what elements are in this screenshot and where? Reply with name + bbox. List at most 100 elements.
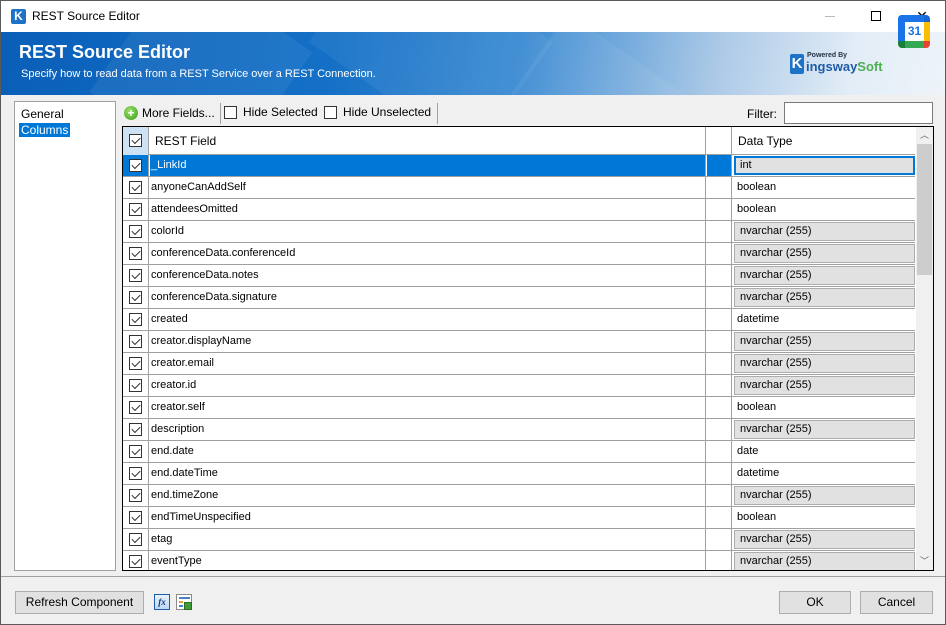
data-type-dropdown[interactable]: nvarchar (255) bbox=[734, 222, 915, 241]
table-row[interactable]: conferenceData.conferenceId nvarchar (255… bbox=[123, 243, 915, 265]
rest-field-cell[interactable]: creator.email bbox=[150, 353, 706, 374]
column-header-data-type[interactable]: Data Type bbox=[733, 127, 915, 155]
rest-field-cell[interactable]: end.date bbox=[150, 441, 706, 462]
data-type-cell[interactable]: nvarchar (255) bbox=[733, 485, 915, 506]
data-type-cell[interactable]: nvarchar (255) bbox=[733, 243, 915, 264]
row-checkbox[interactable] bbox=[123, 309, 149, 330]
data-type-cell[interactable]: nvarchar (255) bbox=[733, 551, 915, 570]
data-type-cell[interactable]: boolean bbox=[733, 177, 915, 198]
row-checkbox[interactable] bbox=[123, 463, 149, 484]
data-type-cell[interactable]: nvarchar (255) bbox=[733, 419, 915, 440]
nav-item-columns[interactable]: Columns bbox=[19, 123, 71, 137]
row-checkbox[interactable] bbox=[123, 155, 149, 176]
data-type-dropdown[interactable]: nvarchar (255) bbox=[734, 420, 915, 439]
rest-field-cell[interactable]: creator.displayName bbox=[150, 331, 706, 352]
scrollbar-thumb[interactable] bbox=[917, 144, 932, 275]
row-checkbox[interactable] bbox=[123, 551, 149, 570]
data-type-cell[interactable]: boolean bbox=[733, 199, 915, 220]
data-type-dropdown[interactable]: int bbox=[734, 156, 915, 175]
row-checkbox[interactable] bbox=[123, 331, 149, 352]
row-checkbox[interactable] bbox=[123, 507, 149, 528]
rest-field-cell[interactable]: etag bbox=[150, 529, 706, 550]
column-header-rest-field[interactable]: REST Field bbox=[150, 127, 706, 155]
data-type-cell[interactable]: datetime bbox=[733, 463, 915, 484]
row-checkbox[interactable] bbox=[123, 287, 149, 308]
expression-fx-icon[interactable]: fx bbox=[154, 594, 170, 610]
row-checkbox[interactable] bbox=[123, 529, 149, 550]
table-row[interactable]: colorId nvarchar (255) bbox=[123, 221, 915, 243]
scroll-up-arrow-icon[interactable]: ︿ bbox=[916, 127, 933, 144]
rest-field-cell[interactable]: end.timeZone bbox=[150, 485, 706, 506]
data-type-cell[interactable]: boolean bbox=[733, 507, 915, 528]
data-type-dropdown[interactable]: nvarchar (255) bbox=[734, 332, 915, 351]
data-type-cell[interactable]: nvarchar (255) bbox=[733, 221, 915, 242]
rest-field-cell[interactable]: attendeesOmitted bbox=[150, 199, 706, 220]
table-row[interactable]: endTimeUnspecified boolean bbox=[123, 507, 915, 529]
row-checkbox[interactable] bbox=[123, 199, 149, 220]
data-type-cell[interactable]: nvarchar (255) bbox=[733, 331, 915, 352]
row-checkbox[interactable] bbox=[123, 485, 149, 506]
table-row[interactable]: attendeesOmitted boolean bbox=[123, 199, 915, 221]
data-type-dropdown[interactable]: nvarchar (255) bbox=[734, 244, 915, 263]
rest-field-cell[interactable]: colorId bbox=[150, 221, 706, 242]
table-row[interactable]: creator.self boolean bbox=[123, 397, 915, 419]
data-type-dropdown[interactable]: nvarchar (255) bbox=[734, 354, 915, 373]
rest-field-cell[interactable]: creator.self bbox=[150, 397, 706, 418]
row-checkbox[interactable] bbox=[123, 265, 149, 286]
table-row[interactable]: description nvarchar (255) bbox=[123, 419, 915, 441]
filter-input[interactable] bbox=[784, 102, 933, 124]
table-row[interactable]: end.dateTime datetime bbox=[123, 463, 915, 485]
rest-field-cell[interactable]: endTimeUnspecified bbox=[150, 507, 706, 528]
data-type-cell[interactable]: nvarchar (255) bbox=[733, 353, 915, 374]
data-type-dropdown[interactable]: nvarchar (255) bbox=[734, 486, 915, 505]
table-row[interactable]: end.date date bbox=[123, 441, 915, 463]
row-checkbox[interactable] bbox=[123, 419, 149, 440]
table-row[interactable]: anyoneCanAddSelf boolean bbox=[123, 177, 915, 199]
table-mapping-icon[interactable] bbox=[176, 594, 192, 610]
data-type-cell[interactable]: nvarchar (255) bbox=[733, 287, 915, 308]
ok-button[interactable]: OK bbox=[779, 591, 851, 614]
minimize-button[interactable] bbox=[807, 1, 853, 32]
data-type-cell[interactable]: nvarchar (255) bbox=[733, 375, 915, 396]
rest-field-cell[interactable]: conferenceData.conferenceId bbox=[150, 243, 706, 264]
data-type-dropdown[interactable]: nvarchar (255) bbox=[734, 530, 915, 549]
vertical-scrollbar[interactable]: ︿ ﹀ bbox=[916, 127, 933, 570]
data-type-cell[interactable]: nvarchar (255) bbox=[733, 265, 915, 286]
rest-field-cell[interactable]: eventType bbox=[150, 551, 706, 570]
rest-field-cell[interactable]: created bbox=[150, 309, 706, 330]
rest-field-cell[interactable]: _LinkId bbox=[150, 155, 706, 176]
row-checkbox[interactable] bbox=[123, 397, 149, 418]
nav-item-general[interactable]: General bbox=[19, 107, 66, 121]
scroll-down-arrow-icon[interactable]: ﹀ bbox=[916, 553, 933, 570]
table-row[interactable]: creator.email nvarchar (255) bbox=[123, 353, 915, 375]
data-type-cell[interactable]: datetime bbox=[733, 309, 915, 330]
rest-field-cell[interactable]: anyoneCanAddSelf bbox=[150, 177, 706, 198]
table-row[interactable]: _LinkId int bbox=[123, 155, 915, 177]
data-type-cell[interactable]: boolean bbox=[733, 397, 915, 418]
maximize-button[interactable] bbox=[853, 1, 899, 32]
data-type-dropdown[interactable]: nvarchar (255) bbox=[734, 376, 915, 395]
table-row[interactable]: creator.id nvarchar (255) bbox=[123, 375, 915, 397]
rest-field-cell[interactable]: creator.id bbox=[150, 375, 706, 396]
row-checkbox[interactable] bbox=[123, 243, 149, 264]
row-checkbox[interactable] bbox=[123, 177, 149, 198]
table-row[interactable]: eventType nvarchar (255) bbox=[123, 551, 915, 570]
row-checkbox[interactable] bbox=[123, 375, 149, 396]
table-row[interactable]: creator.displayName nvarchar (255) bbox=[123, 331, 915, 353]
rest-field-cell[interactable]: conferenceData.signature bbox=[150, 287, 706, 308]
data-type-dropdown[interactable]: nvarchar (255) bbox=[734, 552, 915, 570]
data-type-cell[interactable]: int bbox=[733, 155, 915, 176]
rest-field-cell[interactable]: conferenceData.notes bbox=[150, 265, 706, 286]
data-type-dropdown[interactable]: nvarchar (255) bbox=[734, 288, 915, 307]
rest-field-cell[interactable]: end.dateTime bbox=[150, 463, 706, 484]
refresh-component-button[interactable]: Refresh Component bbox=[15, 591, 144, 614]
table-row[interactable]: conferenceData.signature nvarchar (255) bbox=[123, 287, 915, 309]
cancel-button[interactable]: Cancel bbox=[860, 591, 933, 614]
row-checkbox[interactable] bbox=[123, 441, 149, 462]
select-all-checkbox[interactable] bbox=[123, 127, 149, 155]
row-checkbox[interactable] bbox=[123, 221, 149, 242]
table-row[interactable]: end.timeZone nvarchar (255) bbox=[123, 485, 915, 507]
table-row[interactable]: etag nvarchar (255) bbox=[123, 529, 915, 551]
table-row[interactable]: conferenceData.notes nvarchar (255) bbox=[123, 265, 915, 287]
rest-field-cell[interactable]: description bbox=[150, 419, 706, 440]
